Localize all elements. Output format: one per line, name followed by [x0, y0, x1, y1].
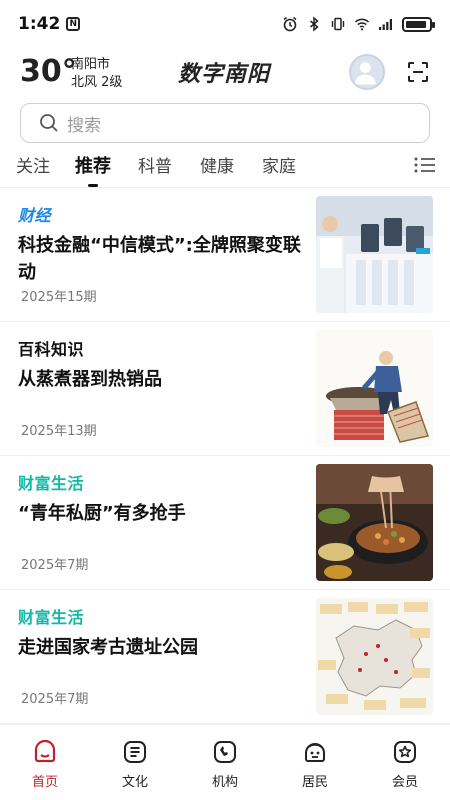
nav-label: 文化 — [121, 775, 148, 790]
article-thumbnail — [316, 330, 433, 447]
tab-health[interactable]: 健康 — [200, 152, 234, 177]
signal-icon — [379, 19, 392, 30]
nav-label: 会员 — [391, 775, 418, 790]
article-card[interactable]: 财富生活 “青年私厨”有多抢手 2025年7期 — [0, 456, 450, 590]
article-card[interactable]: 财经 科技金融“中信模式”:全牌照聚变联动 2025年15期 — [0, 188, 450, 322]
app-header: 30° 南阳市 北风 2级 数字南阳 — [0, 52, 450, 96]
lab-image — [316, 196, 433, 313]
bluetooth-icon — [310, 16, 319, 32]
article-tag: 百科知识 — [18, 340, 85, 359]
article-thumbnail — [316, 196, 433, 313]
nav-resident[interactable]: 居民 — [270, 725, 360, 800]
article-issue: 2025年7期 — [21, 692, 89, 707]
article-title: 走进国家考古遗址公园 — [18, 637, 198, 658]
nav-culture[interactable]: 文化 — [90, 725, 180, 800]
status-bar: 1:42 N — [0, 0, 450, 48]
tab-recommend[interactable]: 推荐 — [75, 152, 111, 178]
nav-member[interactable]: 会员 — [360, 725, 450, 800]
article-tag: 财富生活 — [18, 608, 85, 627]
article-title: 从蒸煮器到热销品 — [18, 369, 162, 390]
resident-icon — [305, 743, 325, 762]
status-icons — [282, 16, 435, 32]
tab-science[interactable]: 科普 — [138, 152, 172, 177]
article-tag: 财经 — [18, 206, 52, 225]
archaeology-map-image — [316, 598, 433, 715]
article-issue: 2025年13期 — [21, 424, 97, 439]
alarm-icon — [283, 16, 297, 32]
weather-info[interactable]: 南阳市 北风 2级 — [71, 56, 122, 92]
user-avatar-icon — [354, 62, 376, 85]
article-title: 科技金融“中信模式”:全牌照聚变联动 — [18, 235, 301, 283]
nav-home[interactable]: 首页 — [0, 725, 90, 800]
article-thumbnail — [316, 598, 433, 715]
city-name: 南阳市 — [71, 57, 111, 72]
tab-follow[interactable]: 关注 — [16, 152, 50, 177]
article-card[interactable]: 百科知识 从蒸煮器到热销品 2025年13期 — [0, 322, 450, 456]
vibrate-icon — [331, 17, 345, 31]
nav-institution[interactable]: 机构 — [180, 725, 270, 800]
article-card[interactable]: 财富生活 走进国家考古遗址公园 2025年7期 — [0, 590, 450, 724]
culture-icon — [124, 741, 146, 763]
article-issue: 2025年7期 — [21, 558, 89, 573]
active-tab-indicator — [88, 184, 98, 187]
category-tabs: 关注 推荐 科普 健康 家庭 — [0, 148, 450, 188]
notification-badge-icon: N — [66, 17, 81, 31]
search-placeholder: 搜索 — [67, 115, 101, 136]
home-icon — [34, 739, 56, 763]
search-input[interactable]: 搜索 — [20, 103, 430, 143]
wind-info: 北风 2级 — [71, 75, 123, 90]
member-icon — [394, 741, 416, 763]
article-tag: 财富生活 — [18, 474, 85, 493]
temperature: 30° — [20, 54, 77, 89]
nav-label: 首页 — [31, 775, 58, 790]
avatar[interactable] — [349, 54, 385, 90]
wok-cooking-image — [316, 464, 433, 581]
cooking-illustration-image — [316, 330, 433, 447]
wifi-icon — [354, 18, 370, 31]
bottom-nav: 首页 文化 机构 居民 会员 — [0, 724, 450, 800]
battery-level — [406, 20, 426, 28]
article-issue: 2025年15期 — [21, 290, 97, 305]
status-time: 1:42 — [18, 14, 61, 34]
article-feed: 财经 科技金融“中信模式”:全牌照聚变联动 2025年15期 百科知识 从蒸煮器… — [0, 188, 450, 724]
article-title: “青年私厨”有多抢手 — [18, 503, 186, 524]
article-thumbnail — [316, 464, 433, 581]
tab-family[interactable]: 家庭 — [262, 152, 296, 177]
scan-icon[interactable] — [406, 60, 430, 84]
app-logo: 数字南阳 — [178, 61, 271, 87]
nav-label: 居民 — [301, 775, 328, 790]
institution-icon — [214, 741, 236, 763]
nav-label: 机构 — [211, 775, 238, 790]
menu-list-icon[interactable] — [414, 156, 436, 174]
battery-icon — [402, 16, 435, 32]
search-icon — [40, 114, 58, 132]
